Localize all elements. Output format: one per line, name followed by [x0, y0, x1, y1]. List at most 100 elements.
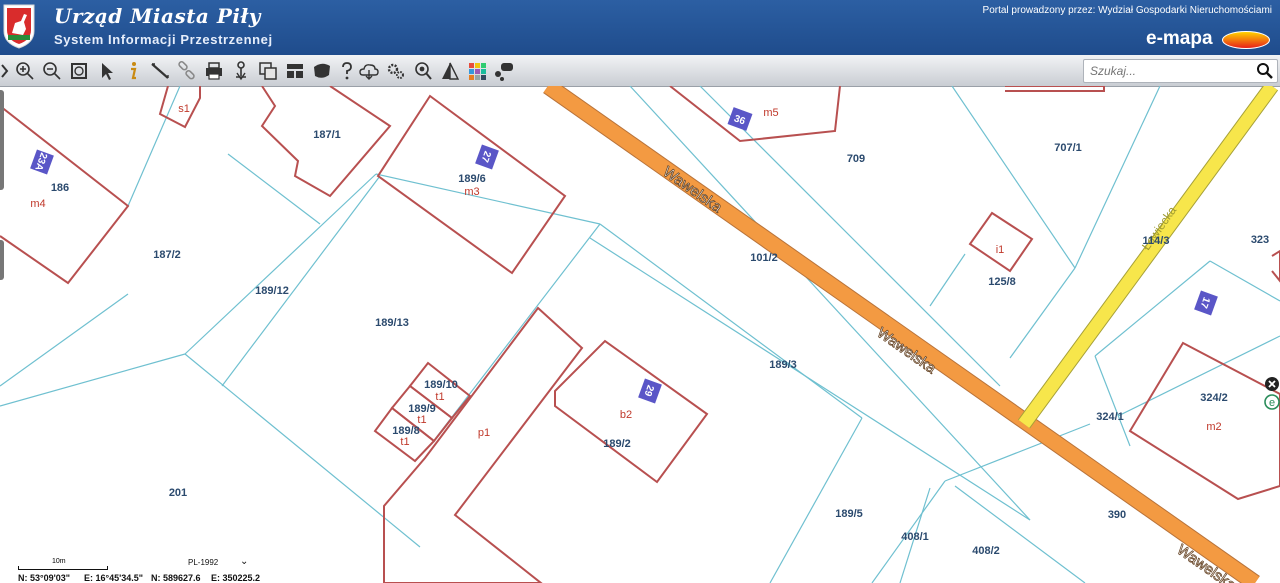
parcel-label: 187/1 [313, 129, 341, 141]
parcel-line [951, 86, 1076, 269]
search-zoom-icon[interactable] [412, 60, 434, 82]
portal-info: Portal prowadzony przez: Wydział Gospoda… [982, 5, 1272, 16]
shape-icon[interactable] [311, 60, 333, 82]
layers-icon[interactable] [466, 60, 488, 82]
emapa-label: e-mapa [1146, 28, 1213, 49]
print-icon[interactable] [203, 60, 225, 82]
building [968, 211, 1034, 273]
house-badge: 29 [638, 378, 662, 404]
zoom-out-icon[interactable] [41, 60, 63, 82]
geosystem-logo-icon [1222, 31, 1270, 49]
crs-selector[interactable]: PL-1992 [188, 558, 218, 567]
coord-lon: E: 16°45'34.5" [84, 573, 144, 583]
parcel-label: 189/6 [458, 173, 486, 185]
header-bar: Urząd Miasta Piły System Informacji Prze… [0, 0, 1280, 55]
parcel-label: 186 [51, 182, 69, 194]
parcel-label: 408/1 [901, 531, 929, 543]
parcel-label: 324/1 [1096, 411, 1124, 423]
parcel-label: 324/2 [1200, 392, 1228, 404]
edit-icon[interactable]: e [1264, 394, 1280, 410]
parcel-label: p1 [478, 427, 490, 439]
side-panel-tab-bottom[interactable] [0, 240, 4, 280]
search-input[interactable] [1088, 62, 1252, 80]
svg-text:e: e [1269, 397, 1275, 409]
parcel-line [127, 86, 181, 207]
parcel-label: 189/12 [255, 285, 289, 297]
parcel-label: b2 [620, 409, 632, 421]
parcel-line [699, 86, 1001, 387]
scale-label: 10m [52, 558, 66, 565]
parcel-line [769, 417, 863, 583]
house-number-badges: 23A 27 36 29 17 [30, 107, 1218, 404]
street-label: Wawelska [660, 163, 726, 216]
parcel-label: i1 [996, 244, 1005, 256]
copy-icon[interactable] [257, 60, 279, 82]
parcel-line [0, 353, 186, 407]
parcel-line [599, 223, 863, 419]
parcel-label: 187/2 [153, 249, 181, 261]
triangle-icon[interactable] [439, 60, 461, 82]
city-logo-icon [3, 4, 35, 49]
pin-icon[interactable] [230, 60, 252, 82]
map-canvas[interactable]: 23A 27 36 29 17 Wawelska Wawelska Wawels… [0, 86, 1280, 583]
coord-northing: N: 589627.6 [151, 573, 201, 583]
help-icon[interactable] [336, 60, 358, 82]
settings-icon[interactable] [385, 60, 407, 82]
search-icon[interactable] [1256, 62, 1274, 80]
layout-icon[interactable] [284, 60, 306, 82]
select-icon[interactable] [96, 60, 118, 82]
parcel-label: 189/2 [603, 438, 631, 450]
close-icon[interactable] [1265, 377, 1279, 391]
search-box [1083, 59, 1278, 83]
scale-bar [18, 566, 108, 570]
right-map-controls: e [1264, 377, 1280, 410]
parcel-label: 323 [1251, 234, 1269, 246]
house-badge: 23A [30, 149, 54, 175]
parcel-label: 189/5 [835, 508, 863, 520]
emapa-brand[interactable]: e-mapa [1146, 28, 1270, 50]
parcel-label: 201 [169, 487, 187, 499]
parcel-line [0, 293, 129, 387]
parcel-line [1094, 355, 1131, 447]
parcel-line [1117, 335, 1280, 417]
parcel-label: 189/3 [769, 359, 797, 371]
coord-easting: E: 350225.2 [211, 573, 261, 583]
parcel-line [1009, 267, 1076, 359]
parcel-label: 189/10 [424, 379, 458, 391]
chat-icon[interactable] [493, 60, 515, 82]
building [1128, 341, 1280, 501]
streets [543, 86, 1279, 583]
parcel-label: t1 [435, 391, 444, 403]
link-icon[interactable] [176, 60, 198, 82]
parcel-label: t1 [400, 436, 409, 448]
chevron-down-icon[interactable]: ⌄ [240, 556, 248, 567]
coord-lat: N: 53°09'03" [18, 573, 71, 583]
parcel-line [954, 485, 1086, 583]
parcel-label: m3 [464, 186, 479, 198]
side-panel-tab-top[interactable] [0, 90, 4, 190]
app-subtitle: System Informacji Przestrzennej [54, 32, 273, 47]
measure-icon[interactable] [149, 60, 171, 82]
parcel-line [184, 173, 377, 355]
house-badge: 36 [727, 107, 753, 131]
parcel-label: 125/8 [988, 276, 1016, 288]
status-bar: 10m PL-1992 ⌄ N: 53°09'03" E: 16°45'34.5… [0, 553, 500, 583]
parcel-label: 101/2 [750, 252, 778, 264]
parcel-label: m5 [763, 107, 778, 119]
parcel-labels: s1 187/1 186 m4 187/2 189/6 m3 189/12 18… [30, 103, 1269, 557]
parcel-line [227, 153, 321, 225]
parcel-label: m4 [30, 198, 45, 210]
parcel-line [929, 253, 966, 307]
app-title: Urząd Miasta Piły [54, 4, 261, 28]
parcel-line [221, 175, 381, 387]
building [669, 86, 841, 143]
zoom-extent-icon[interactable] [68, 60, 90, 82]
parcel-label: m2 [1206, 421, 1221, 433]
street-lowiecka-fill [1018, 86, 1278, 428]
building [1005, 86, 1105, 92]
info-icon[interactable] [122, 60, 144, 82]
cloud-icon[interactable] [358, 60, 380, 82]
parcel-label: 114/3 [1143, 235, 1170, 247]
building [0, 105, 130, 285]
zoom-in-icon[interactable] [14, 60, 36, 82]
